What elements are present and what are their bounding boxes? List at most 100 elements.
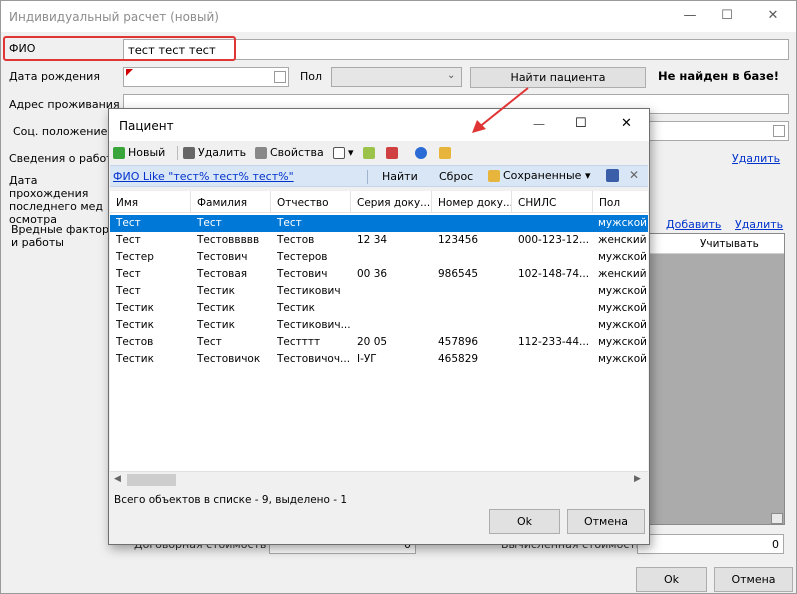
table-cell: 986545 [438,268,479,280]
filter-close-icon[interactable]: ✕ [629,168,639,182]
refresh-button[interactable] [415,145,430,161]
column-header-patronymic[interactable]: Отчество [271,191,351,213]
exam-label: Дата прохождения последнего мед осмотра [9,174,104,226]
add-hazard-link[interactable]: Добавить [666,218,721,231]
table-cell: мужской [598,319,646,331]
table-cell: Тестов [116,336,154,348]
close-icon[interactable]: ✕ [760,5,786,27]
consider-header: Учитывать [700,238,759,250]
column-header-doc-series[interactable]: Серия доку... [351,191,432,213]
table-cell: мужской [598,217,646,229]
ok-button[interactable]: Ok [636,567,707,592]
table-cell: Тест [116,217,141,229]
table-cell: Тестикович [277,285,341,297]
table-cell: Тест [116,285,141,297]
folder-icon [439,147,451,159]
delete-button[interactable]: Удалить [183,145,246,161]
table-cell: 20 05 [357,336,388,348]
table-row[interactable]: Тестик Тестовичок Тестовичоч... І-УГ 465829 м… [110,351,648,368]
saved-filters-button[interactable]: Сохраненные ▾ [488,169,590,182]
refresh-icon [415,147,427,159]
maximize-icon[interactable]: ☐ [575,116,587,131]
folder-open-icon [488,170,500,182]
column-header-doc-number[interactable]: Номер доку... [432,191,512,213]
table-cell: 457896 [438,336,479,348]
filter-separator [367,170,368,184]
cancel-button[interactable]: Отмена [714,567,793,592]
table-row[interactable]: Тест Тестовая Тестович 00 36 986545 102-148-7… [110,266,648,283]
table-row[interactable]: Тест Тестоввввв Тестов 12 34 123456 000-123-1… [110,232,648,249]
table-cell: Тест [277,217,302,229]
column-header-surname[interactable]: Фамилия [191,191,271,213]
table-cell: 12 34 [357,234,388,246]
table-cell: мужской [598,336,646,348]
new-icon [113,147,125,159]
columns-button[interactable]: ▾ [333,145,354,161]
filter-find-button[interactable]: Найти [382,170,418,183]
annotation-arrow-icon [472,87,529,133]
table-cell: Тест [116,268,141,280]
sex-select[interactable]: ⌄ [331,67,462,87]
filter-bar: ФИО Like "тест% тест% тест%" Найти Сброс… [110,165,648,187]
table-cell: Тестикович... [277,319,351,331]
hazard-grid: Учитывать [641,233,785,525]
filter-link[interactable]: ФИО Like "тест% тест% тест%" [113,170,294,183]
table-cell: Тестик [197,285,235,297]
table-row[interactable]: Тестов Тест Тестттт 20 05 457896 112-233-44..… [110,334,648,351]
table-cell: Тестеров [277,251,328,263]
scroll-left-icon[interactable]: ◀ [114,474,121,484]
edit-icon [363,147,375,159]
delete-icon [183,147,195,159]
table-row[interactable]: Тестик Тестик Тестик мужской [110,300,648,317]
table-row[interactable]: Тест Тест Тест мужской [110,215,648,232]
minimize-icon[interactable]: — [677,5,703,27]
hazard-label: Вредные факторы и работы [11,223,118,249]
scroll-thumb[interactable] [127,474,176,486]
patient-grid: Имя Фамилия Отчество Серия доку... Номер… [110,191,648,473]
table-cell: женский [598,234,646,246]
table-cell: 112-233-44... [518,336,590,348]
table-cell: Тестовичок [197,353,261,365]
toolbar-separator [177,146,178,160]
computed-input: 0 [637,534,784,554]
birth-date-input[interactable] [123,67,289,87]
horizontal-scrollbar[interactable]: ◀ ▶ [110,471,648,488]
new-button[interactable]: Новый [113,145,165,161]
table-cell: Тестер [116,251,154,263]
properties-button[interactable]: Свойства [255,145,324,161]
dialog-ok-button[interactable]: Ok [489,509,560,534]
patient-dialog: Пациент — ☐ ✕ Новый Удалить Свойства ▾ Ф… [108,108,650,545]
filter-reset-button[interactable]: Сброс [439,170,473,183]
table-row[interactable]: Тестер Тестович Тестеров мужской [110,249,648,266]
work-label: Сведения о работе [9,152,120,165]
delete-work-link[interactable]: Удалить [732,152,780,165]
table-cell: Тестик [116,353,154,365]
dialog-title-bar: Пациент — ☐ ✕ [109,109,649,141]
edit-button[interactable] [363,145,378,161]
maximize-icon[interactable]: ☐ [714,5,740,27]
delete-hazard-link[interactable]: Удалить [735,218,783,231]
table-cell: мужской [598,285,646,297]
computed-value: 0 [772,538,779,551]
hazard-grid-header: Учитывать [642,234,784,254]
close-icon[interactable]: ✕ [621,116,632,131]
table-row[interactable]: Тестик Тестик Тестикович... мужской [110,317,648,334]
table-cell: мужской [598,251,646,263]
lookup-icon[interactable] [773,125,785,137]
dialog-title: Пациент [119,119,174,133]
export-icon [386,147,398,159]
table-cell: мужской [598,353,646,365]
table-cell: Тестик [277,302,315,314]
table-cell: мужской [598,302,646,314]
column-header-sex[interactable]: Пол [593,191,648,213]
export-button[interactable] [386,145,401,161]
birth-date-label: Дата рождения [9,70,100,83]
column-header-name[interactable]: Имя [110,191,191,213]
scroll-right-icon[interactable]: ▶ [634,474,641,484]
column-header-snils[interactable]: СНИЛС [512,191,593,213]
folder-button[interactable] [439,145,454,161]
table-row[interactable]: Тест Тестик Тестикович мужской [110,283,648,300]
calendar-icon[interactable] [274,71,286,83]
dialog-cancel-button[interactable]: Отмена [567,509,645,534]
save-filter-icon[interactable] [606,169,619,182]
